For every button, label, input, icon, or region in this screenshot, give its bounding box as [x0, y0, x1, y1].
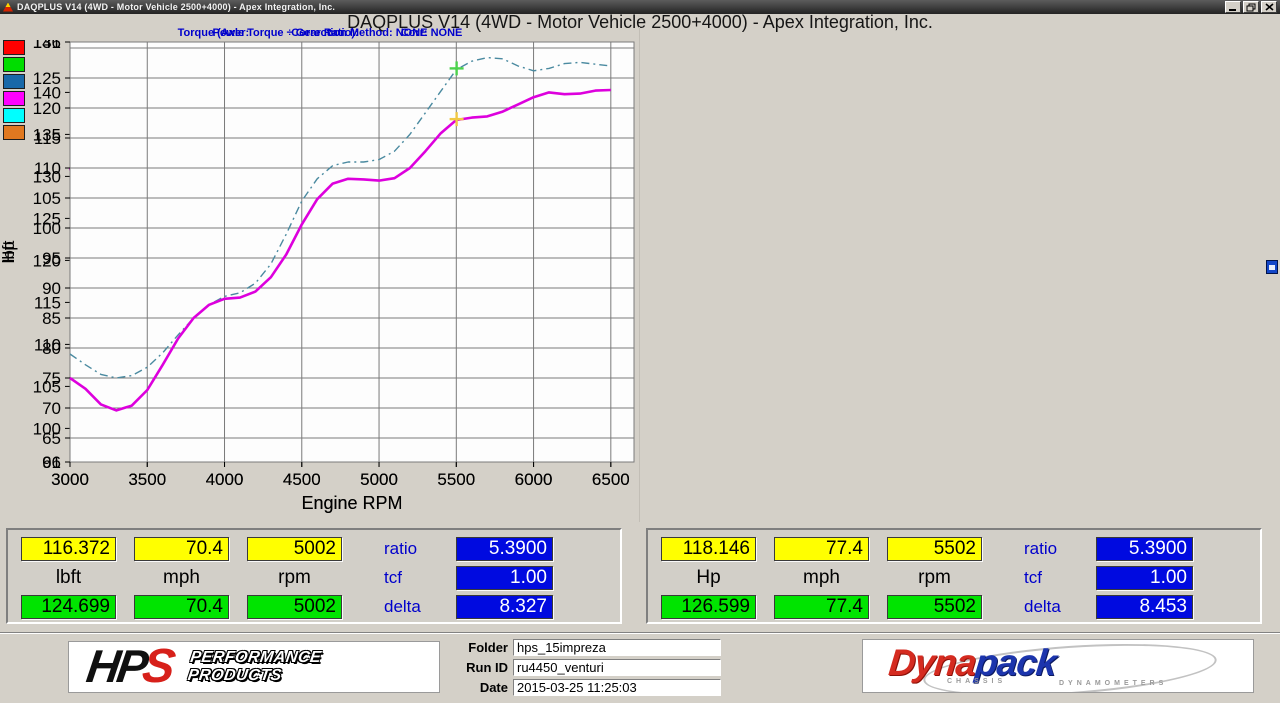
svg-text:5500: 5500 — [437, 470, 475, 489]
rpm-unit-label: rpm — [247, 567, 342, 589]
speed-cursor-value-2: 77.4 — [774, 595, 869, 619]
speed-cursor-value: 70.4 — [134, 537, 229, 561]
svg-text:105: 105 — [33, 189, 61, 208]
close-icon — [1265, 3, 1274, 11]
ratio-label: ratio — [360, 539, 438, 559]
legend-swatch-magenta[interactable] — [3, 91, 25, 106]
rpm-cursor-value-2: 5502 — [887, 595, 982, 619]
tcf-label: tcf — [1000, 568, 1078, 588]
rpm-cursor-value: 5002 — [247, 537, 342, 561]
power-chart-panel: Power: Correction Method: NONE 131 125 120… — [0, 27, 640, 527]
folder-input[interactable] — [513, 639, 721, 656]
power-unit-label: Hp — [661, 567, 756, 589]
svg-text:4500: 4500 — [283, 470, 321, 489]
dynapack-sub-chassis: CHASSIS — [947, 678, 1006, 685]
delta-label: delta — [1000, 597, 1078, 617]
power-chart-header: Power: Correction Method: NONE — [0, 27, 640, 39]
tcf-value: 1.00 — [456, 566, 553, 590]
window-edge-widget[interactable] — [1266, 260, 1278, 274]
rpm-cursor-value: 5502 — [887, 537, 982, 561]
svg-text:90: 90 — [42, 279, 61, 298]
svg-text:6000: 6000 — [515, 470, 553, 489]
power-correction-label: Correction Method: NONE — [291, 27, 427, 39]
tcf-label: tcf — [360, 568, 438, 588]
date-row: Date — [444, 679, 784, 696]
speed-cursor-value-2: 70.4 — [134, 595, 229, 619]
power-chart-canvas[interactable]: 1311251201151101051009590858075706561300… — [0, 40, 638, 519]
delta-label: delta — [360, 597, 438, 617]
torque-unit-label: lbft — [21, 567, 116, 589]
torque-cursor-value-2: 124.699 — [21, 595, 116, 619]
torque-readout-panel: 116.372 70.4 5002 ratio 5.3900 lbft mph … — [6, 528, 622, 624]
svg-text:65: 65 — [42, 429, 61, 448]
hps-word-products: PRODUCTS — [186, 667, 319, 685]
power-cursor-value: 118.146 — [661, 537, 756, 561]
svg-text:120: 120 — [33, 99, 61, 118]
legend-swatch-green[interactable] — [3, 57, 25, 72]
speed-unit-label: mph — [774, 567, 869, 589]
window-title: DAQPLUS V14 (4WD - Motor Vehicle 2500+40… — [17, 2, 335, 12]
date-label: Date — [444, 680, 508, 695]
power-chart-title: Power: — [213, 27, 250, 39]
delta-value: 8.327 — [456, 595, 553, 619]
svg-text:95: 95 — [42, 249, 61, 268]
date-input[interactable] — [513, 679, 721, 696]
app-icon — [3, 3, 13, 12]
svg-text:110: 110 — [34, 159, 61, 178]
svg-text:115: 115 — [34, 129, 61, 148]
tcf-value: 1.00 — [1096, 566, 1193, 590]
delta-value: 8.453 — [1096, 595, 1193, 619]
rpm-cursor-value-2: 5002 — [247, 595, 342, 619]
folder-row: Folder — [444, 639, 784, 656]
hps-logo-s-text: S — [139, 641, 178, 693]
svg-text:70: 70 — [42, 399, 61, 418]
legend-swatch-cyan[interactable] — [3, 108, 25, 123]
torque-cursor-value: 116.372 — [21, 537, 116, 561]
svg-text:75: 75 — [42, 369, 61, 388]
svg-text:Engine RPM: Engine RPM — [301, 493, 402, 513]
speed-cursor-value: 77.4 — [774, 537, 869, 561]
ratio-value: 5.3900 — [456, 537, 553, 561]
power-legend-swatches — [3, 40, 25, 140]
dynapack-text-pack: pack — [973, 642, 1058, 683]
chart-divider — [639, 27, 640, 522]
svg-text:6500: 6500 — [592, 470, 630, 489]
run-id-input[interactable] — [513, 659, 721, 676]
svg-text:80: 80 — [42, 339, 61, 358]
rpm-unit-label: rpm — [887, 567, 982, 589]
ratio-label: ratio — [1000, 539, 1078, 559]
svg-text:4000: 4000 — [206, 470, 244, 489]
svg-text:100: 100 — [33, 219, 61, 238]
dynapack-sub-dynamometers: DYNAMOMETERS — [1059, 680, 1167, 687]
hps-logo-hp-text: HP — [83, 641, 148, 692]
svg-text:3000: 3000 — [51, 470, 89, 489]
daqplus-window: { "window": { "titlebar_text": "DAQPLUS … — [0, 0, 1280, 702]
run-id-row: Run ID — [444, 659, 784, 676]
folder-label: Folder — [444, 640, 508, 655]
legend-swatch-orange[interactable] — [3, 125, 25, 140]
power-cursor-value-2: 126.599 — [661, 595, 756, 619]
footer-strip: HPS PERFORMANCE PRODUCTS Folder Run ID D… — [0, 632, 1280, 703]
svg-text:Hp: Hp — [0, 241, 18, 263]
dynapack-text-dyna: Dyna — [887, 642, 978, 683]
ratio-value: 5.3900 — [1096, 537, 1193, 561]
speed-unit-label: mph — [134, 567, 229, 589]
power-readout-panel: 118.146 77.4 5502 ratio 5.3900 Hp mph rp… — [646, 528, 1262, 624]
svg-text:85: 85 — [42, 309, 61, 328]
svg-text:125: 125 — [33, 69, 61, 88]
restore-icon — [1246, 3, 1256, 12]
svg-text:131: 131 — [33, 40, 61, 52]
run-id-label: Run ID — [444, 660, 508, 675]
hps-logo: HPS PERFORMANCE PRODUCTS — [68, 641, 440, 693]
svg-text:5000: 5000 — [360, 470, 398, 489]
svg-text:3500: 3500 — [128, 470, 166, 489]
dynapack-logo: Dynapack CHASSIS DYNAMOMETERS — [862, 639, 1254, 693]
hps-word-performance: PERFORMANCE — [189, 649, 322, 667]
minimize-icon — [1228, 3, 1238, 11]
legend-swatch-red[interactable] — [3, 40, 25, 55]
legend-swatch-blue[interactable] — [3, 74, 25, 89]
run-info-form: Folder Run ID Date — [444, 639, 784, 699]
